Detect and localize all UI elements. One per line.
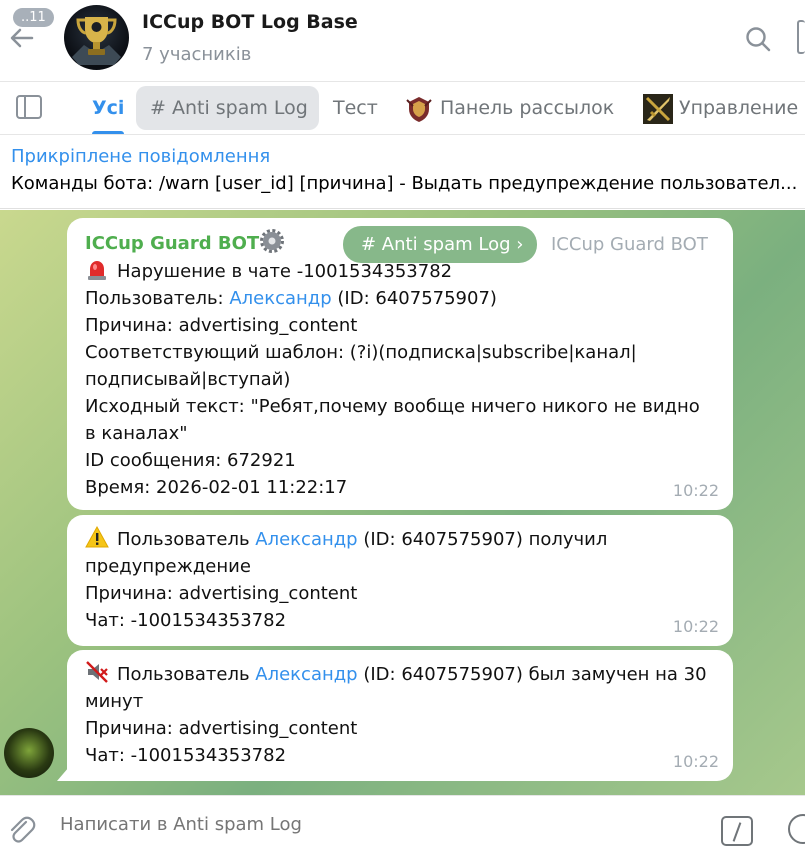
user-id: (ID: 6407575907) bbox=[331, 288, 497, 309]
tab-anti-spam-log-label: # Anti spam Log bbox=[150, 97, 308, 119]
message-bubble[interactable]: Пользователь Александр (ID: 6407575907) … bbox=[67, 650, 733, 781]
source-text-line: Исходный текст: "Ребят,почему вообще нич… bbox=[85, 396, 700, 417]
muted-speaker-icon bbox=[86, 661, 108, 683]
message-time: 10:22 bbox=[672, 752, 719, 771]
message-bubble[interactable]: Пользователь Александр (ID: 6407575907) … bbox=[67, 515, 733, 646]
message-list[interactable]: ICCup Guard BOT # Anti spam Log › ICCup … bbox=[0, 210, 805, 795]
side-panel-icon[interactable] bbox=[16, 95, 42, 119]
chat-header: ..11 ICCup BOT Log Base 7 учасників bbox=[0, 0, 805, 82]
user-mention-link[interactable]: Александр bbox=[255, 529, 357, 550]
pattern-line: Соответствующий шаблон: (?i)(подписка|su… bbox=[85, 342, 637, 363]
topic-link-pill[interactable]: # Anti spam Log › bbox=[343, 226, 538, 263]
police-light-icon bbox=[88, 261, 106, 280]
user-mention-link[interactable]: Александр bbox=[255, 664, 357, 685]
user-label: Пользователь bbox=[117, 529, 256, 550]
time-line: Время: 2026-02-01 11:22:17 bbox=[85, 477, 348, 498]
source-text-line-cont: в каналах" bbox=[85, 423, 188, 444]
chat-avatar[interactable] bbox=[64, 5, 129, 70]
emoji-icon[interactable] bbox=[788, 814, 805, 844]
gear-icon bbox=[260, 229, 285, 253]
shield-emblem-icon bbox=[406, 96, 432, 122]
reason-line: Причина: advertising_content bbox=[85, 583, 358, 604]
user-label: Пользователь: bbox=[85, 288, 230, 309]
tab-all[interactable]: Усі bbox=[92, 86, 125, 134]
pinned-text: Команды бота: /warn [user_id] [причина] … bbox=[11, 173, 798, 194]
message-time: 10:22 bbox=[672, 481, 719, 500]
bot-commands-icon[interactable] bbox=[721, 816, 753, 846]
message-time: 10:22 bbox=[672, 617, 719, 636]
sword-emblem-icon bbox=[643, 93, 673, 124]
message-id-line: ID сообщения: 672921 bbox=[85, 450, 296, 471]
trophy-icon bbox=[72, 17, 121, 65]
message-input[interactable] bbox=[60, 814, 680, 835]
pinned-message[interactable]: Прикріплене повідомлення Команды бота: /… bbox=[0, 136, 805, 209]
tab-mailing-panel-label: Панель рассылок bbox=[440, 97, 615, 119]
sidebar-toggle-icon[interactable] bbox=[797, 20, 805, 54]
sender-avatar[interactable] bbox=[4, 728, 54, 778]
via-bot-name: ICCup Guard BOT bbox=[551, 234, 708, 255]
tab-anti-spam-log[interactable]: # Anti spam Log bbox=[136, 86, 319, 130]
message-bubble[interactable]: ICCup Guard BOT # Anti spam Log › ICCup … bbox=[67, 218, 733, 510]
warning-text-cont: предупреждение bbox=[85, 556, 251, 577]
tab-mailing-panel[interactable]: Панель рассылок bbox=[404, 86, 614, 130]
member-count: 7 учасників bbox=[142, 44, 252, 65]
mute-text-cont: минут bbox=[85, 691, 144, 712]
unread-badge: ..11 bbox=[13, 8, 54, 27]
back-button[interactable] bbox=[8, 24, 40, 54]
pinned-title: Прикріплене повідомлення bbox=[11, 146, 271, 167]
tab-management[interactable]: Управление bbox=[643, 86, 798, 130]
sender-name[interactable]: ICCup Guard BOT bbox=[85, 233, 259, 254]
message-composer bbox=[0, 795, 805, 852]
warning-icon bbox=[85, 525, 109, 548]
violation-line: Нарушение в чате -1001534353782 bbox=[117, 261, 453, 282]
search-icon bbox=[746, 27, 771, 52]
pattern-line-cont: подписывай|вступай) bbox=[85, 369, 291, 390]
reason-line: Причина: advertising_content bbox=[85, 315, 358, 336]
paperclip-icon bbox=[10, 816, 36, 843]
reason-line: Причина: advertising_content bbox=[85, 718, 358, 739]
user-label: Пользователь bbox=[117, 664, 256, 685]
topic-tabs: Усі # Anti spam Log Тест Панель рассылок… bbox=[0, 82, 805, 135]
user-mention-link[interactable]: Александр bbox=[229, 288, 331, 309]
attach-button[interactable] bbox=[6, 814, 36, 848]
warning-text: (ID: 6407575907) получил bbox=[357, 529, 608, 550]
tab-test[interactable]: Тест bbox=[333, 86, 378, 130]
arrow-left-icon bbox=[10, 28, 34, 48]
chat-title[interactable]: ICCup BOT Log Base bbox=[142, 11, 358, 33]
mute-text: (ID: 6407575907) был замучен на 30 bbox=[357, 664, 707, 685]
chat-id-line: Чат: -1001534353782 bbox=[85, 610, 287, 631]
search-button[interactable] bbox=[744, 25, 772, 57]
tab-management-label: Управление bbox=[679, 97, 799, 119]
chat-id-line: Чат: -1001534353782 bbox=[85, 745, 287, 766]
